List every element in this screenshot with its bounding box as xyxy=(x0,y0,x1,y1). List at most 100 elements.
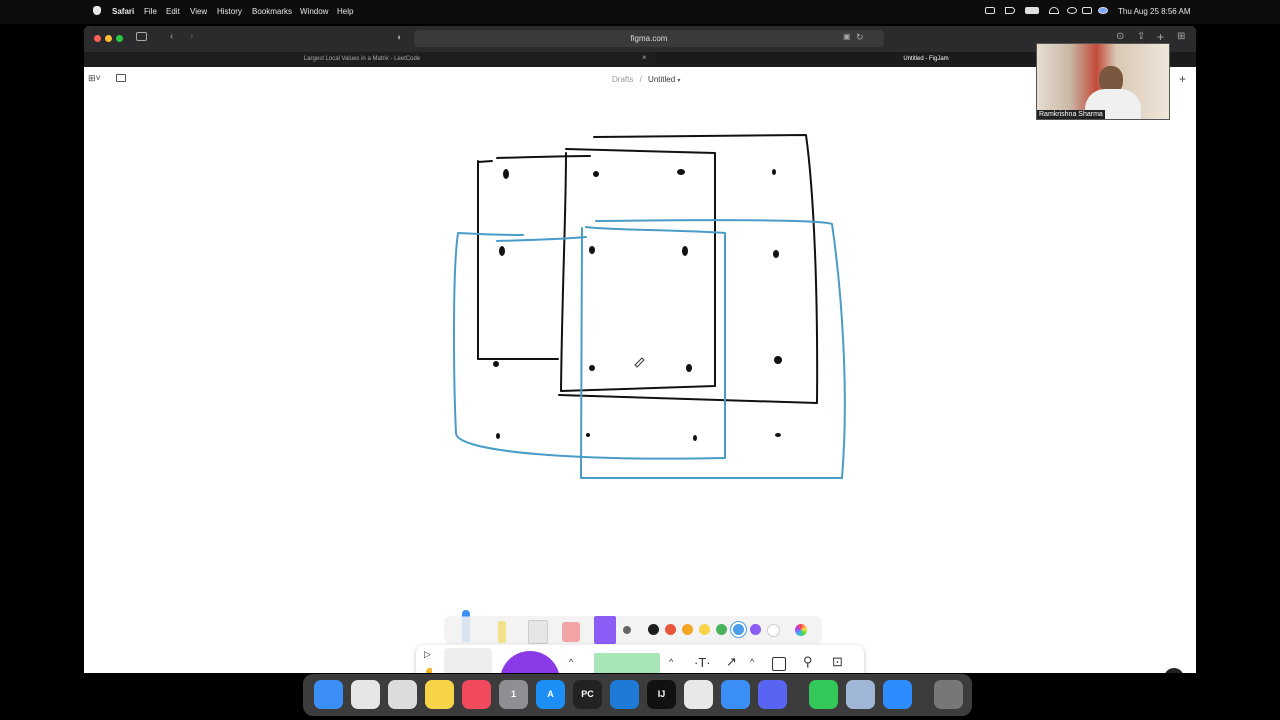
breadcrumb-separator: / xyxy=(639,75,642,84)
chevron-down-icon[interactable]: ▾ xyxy=(677,78,680,84)
pen-tool-tray[interactable] xyxy=(444,648,492,673)
menubar-clock[interactable]: Thu Aug 25 8:56 AM xyxy=(1118,7,1191,16)
washi-tape-tool-icon[interactable] xyxy=(528,620,548,644)
launchpad-icon[interactable] xyxy=(351,680,380,709)
dot xyxy=(503,169,509,179)
select-cursor-icon[interactable]: ▷ xyxy=(424,649,431,660)
file-name[interactable]: Untitled xyxy=(648,75,675,84)
highlighter-tool-icon[interactable] xyxy=(498,621,506,643)
chrome-icon[interactable] xyxy=(684,680,713,709)
discord-icon[interactable] xyxy=(758,680,787,709)
connector-tool-icon[interactable]: ↗ xyxy=(726,654,737,670)
macos-dock: 1 A PC IJ xyxy=(303,674,972,716)
battery-icon[interactable] xyxy=(1025,7,1039,14)
hand-icon[interactable]: ✋ xyxy=(423,667,437,673)
notes-icon[interactable] xyxy=(425,680,454,709)
color-swatch[interactable] xyxy=(750,624,761,635)
tab-bar: Largest Local Values in a Matrix - LeetC… xyxy=(84,52,1196,67)
color-swatch[interactable] xyxy=(699,624,710,635)
marker-tool-icon[interactable] xyxy=(462,610,470,642)
vscode-icon[interactable] xyxy=(610,680,639,709)
tab-overview-icon[interactable]: ⊞ xyxy=(1177,31,1185,42)
more-tools-icon[interactable]: ⊡ xyxy=(832,654,843,670)
sticky-chevron-icon[interactable]: ^ xyxy=(669,657,673,667)
color-swatch[interactable] xyxy=(733,624,744,635)
zoom-icon[interactable] xyxy=(883,680,912,709)
new-tab-icon[interactable]: + xyxy=(1157,30,1164,44)
color-swatch[interactable] xyxy=(716,624,727,635)
back-icon[interactable]: ‹ xyxy=(170,31,173,42)
dot xyxy=(496,433,500,439)
color-swatch[interactable] xyxy=(665,624,676,635)
connector-chevron-icon[interactable]: ^ xyxy=(750,657,754,667)
figjam-canvas[interactable]: ▷ ✋ ^ ^ ·T· ↗ ^ ⚲ ⊡ ? xyxy=(84,93,1196,673)
siri-icon[interactable] xyxy=(1098,7,1108,14)
shape-tool-circle[interactable] xyxy=(500,651,560,673)
screen-record-icon[interactable] xyxy=(985,7,995,14)
news-icon[interactable] xyxy=(462,680,491,709)
zoom-window-button[interactable] xyxy=(116,35,123,42)
color-swatch[interactable] xyxy=(648,624,659,635)
blue-box-left xyxy=(453,226,726,460)
close-window-button[interactable] xyxy=(94,35,101,42)
section-tool-icon[interactable] xyxy=(772,657,786,671)
wifi-icon[interactable] xyxy=(1049,7,1059,14)
menu-view[interactable]: View xyxy=(190,7,207,16)
app-store-icon[interactable]: A xyxy=(536,680,565,709)
minimize-window-button[interactable] xyxy=(105,35,112,42)
drawing-layer[interactable] xyxy=(84,93,1196,673)
close-tab-icon[interactable]: × xyxy=(642,53,647,62)
translate-icon[interactable]: ▣ xyxy=(843,32,851,41)
stamp-tool-icon[interactable]: ⚲ xyxy=(803,654,813,670)
menu-window[interactable]: Window xyxy=(300,7,328,16)
custom-color-icon[interactable] xyxy=(795,624,807,636)
intellij-icon[interactable]: IJ xyxy=(647,680,676,709)
breadcrumb-drafts[interactable]: Drafts xyxy=(612,75,633,84)
menu-bookmarks[interactable]: Bookmarks xyxy=(252,7,292,16)
screenshot-icon[interactable] xyxy=(388,680,417,709)
text-tool-icon[interactable]: ·T· xyxy=(694,655,711,670)
address-bar[interactable]: figma.com xyxy=(414,30,884,47)
dot xyxy=(677,169,685,175)
layers-panel-icon[interactable] xyxy=(116,74,126,82)
system-preferences-icon[interactable]: 1 xyxy=(499,680,528,709)
pycharm-icon[interactable]: PC xyxy=(573,680,602,709)
privacy-shield-icon[interactable]: ◐ xyxy=(397,32,402,42)
main-menu-icon[interactable]: ⊞˅ xyxy=(88,73,101,84)
sticky-note-tool[interactable] xyxy=(594,653,660,673)
trash-icon[interactable] xyxy=(934,680,963,709)
reload-icon[interactable]: ↻ xyxy=(856,32,864,43)
add-icon[interactable]: + xyxy=(1179,72,1186,86)
dot xyxy=(589,365,595,371)
menu-edit[interactable]: Edit xyxy=(166,7,180,16)
safari-icon[interactable] xyxy=(721,680,750,709)
menu-file[interactable]: File xyxy=(144,7,157,16)
tools-bar: ▷ ✋ ^ ^ ·T· ↗ ^ ⚲ ⊡ xyxy=(416,645,864,673)
color-palette xyxy=(444,610,822,644)
share-icon[interactable]: ⇪ xyxy=(1137,31,1145,42)
stroke-large-button[interactable] xyxy=(623,626,631,634)
shape-chevron-icon[interactable]: ^ xyxy=(569,657,573,667)
control-center-icon[interactable] xyxy=(1082,7,1092,14)
dot xyxy=(586,433,590,437)
eraser-tool-icon[interactable] xyxy=(562,622,580,642)
menu-app-name[interactable]: Safari xyxy=(112,7,134,16)
color-swatch[interactable] xyxy=(767,624,780,637)
menu-help[interactable]: Help xyxy=(337,7,353,16)
messages-icon[interactable] xyxy=(809,680,838,709)
downloads-icon[interactable]: ⊙ xyxy=(1116,31,1124,42)
volume-icon[interactable] xyxy=(1005,7,1015,14)
tab-leetcode[interactable]: Largest Local Values in a Matrix - LeetC… xyxy=(84,52,640,67)
stroke-small-button[interactable] xyxy=(594,616,616,644)
black-box-middle xyxy=(560,148,716,392)
spotlight-icon[interactable] xyxy=(1067,7,1077,14)
blue-box-right xyxy=(580,219,846,479)
finder-icon[interactable] xyxy=(314,680,343,709)
menu-history[interactable]: History xyxy=(217,7,242,16)
url-text: figma.com xyxy=(630,34,668,43)
preview-icon[interactable] xyxy=(846,680,875,709)
sidebar-toggle-icon[interactable] xyxy=(136,32,147,41)
forward-icon[interactable]: › xyxy=(190,31,193,42)
color-swatch[interactable] xyxy=(682,624,693,635)
apple-menu-icon[interactable] xyxy=(93,6,101,15)
